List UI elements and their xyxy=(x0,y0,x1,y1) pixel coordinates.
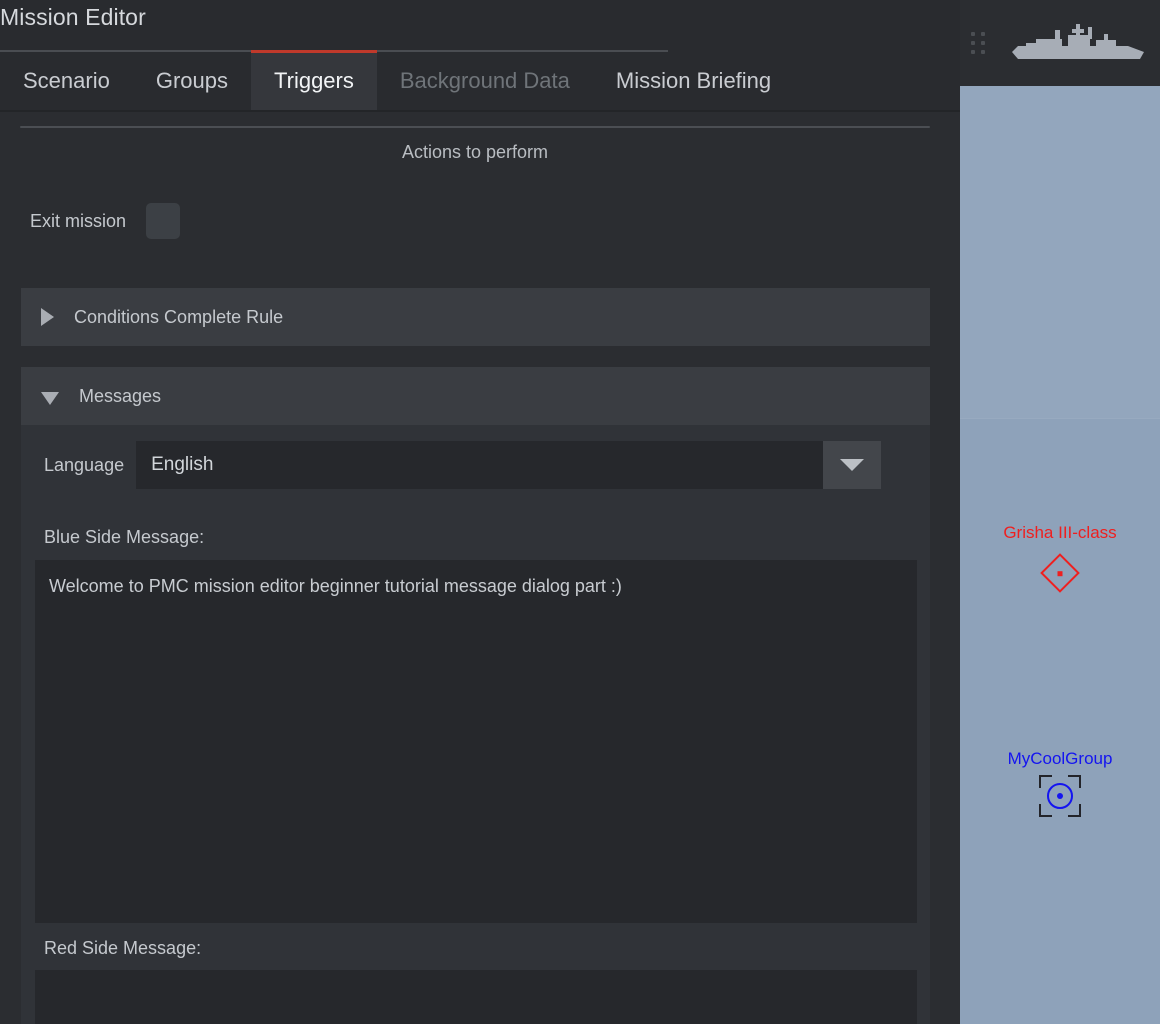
actions-heading: Actions to perform xyxy=(401,142,549,162)
tabbar-bottom-rule xyxy=(0,110,960,112)
map-panel[interactable]: Grisha III-class MyCoolGroup xyxy=(960,0,1160,1024)
section-divider xyxy=(20,126,930,128)
map-unit-label: MyCoolGroup xyxy=(1007,749,1113,768)
drag-handle-icon[interactable] xyxy=(971,32,985,54)
language-selected-value: English xyxy=(151,454,214,475)
exit-mission-checkbox[interactable] xyxy=(146,203,181,239)
blue-side-message-label: Blue Side Message: xyxy=(44,527,205,547)
map-upper-band xyxy=(960,86,1160,418)
red-side-message-label: Red Side Message: xyxy=(44,938,202,958)
language-row: Language English xyxy=(44,441,882,489)
messages-panel: Language English Blue Side Message: Welc… xyxy=(21,425,930,1024)
accordion-conditions-label: Conditions Complete Rule xyxy=(74,306,284,327)
language-label: Language xyxy=(44,454,125,475)
triangle-right-icon xyxy=(41,308,54,326)
editor-panel: Mission Editor Scenario Groups Triggers … xyxy=(0,0,960,1024)
marker-slot xyxy=(960,553,1160,605)
exit-mission-label: Exit mission xyxy=(30,210,127,231)
red-side-message-input[interactable] xyxy=(35,970,917,1024)
accordion-messages-label: Messages xyxy=(79,385,162,406)
map-unit-mycoolgroup[interactable]: MyCoolGroup xyxy=(960,750,1160,831)
tab-scenario[interactable]: Scenario xyxy=(0,50,133,112)
marker-slot xyxy=(960,775,1160,831)
tab-groups[interactable]: Groups xyxy=(133,50,251,112)
accordion-conditions-complete-rule[interactable]: Conditions Complete Rule xyxy=(21,288,930,346)
diamond-marker-icon[interactable] xyxy=(1040,553,1080,593)
blue-side-message-input[interactable]: Welcome to PMC mission editor beginner t… xyxy=(35,560,917,923)
map-unit-grisha-iii-class[interactable]: Grisha III-class xyxy=(960,524,1160,605)
triangle-down-icon xyxy=(41,391,59,405)
tab-strip: Scenario Groups Triggers Background Data… xyxy=(0,50,794,112)
language-dropdown-button[interactable] xyxy=(823,441,882,489)
header-bar: Mission Editor Scenario Groups Triggers … xyxy=(0,0,960,112)
circle-marker-icon[interactable] xyxy=(1047,783,1073,809)
map-unit-label: Grisha III-class xyxy=(1003,523,1117,542)
page-title: Mission Editor xyxy=(0,4,146,30)
mission-editor-window: Mission Editor Scenario Groups Triggers … xyxy=(0,0,1160,1024)
chevron-down-icon xyxy=(840,459,865,471)
language-select[interactable]: English xyxy=(136,441,882,489)
map-toolbar xyxy=(960,0,1160,86)
accordion-messages[interactable]: Messages xyxy=(21,367,930,425)
map-band-divider xyxy=(960,418,1160,419)
tab-background-data[interactable]: Background Data xyxy=(377,50,593,112)
tab-triggers[interactable]: Triggers xyxy=(251,50,377,112)
warship-icon[interactable] xyxy=(1008,22,1148,64)
exit-mission-row: Exit mission xyxy=(30,203,181,239)
tab-mission-briefing[interactable]: Mission Briefing xyxy=(593,50,794,112)
